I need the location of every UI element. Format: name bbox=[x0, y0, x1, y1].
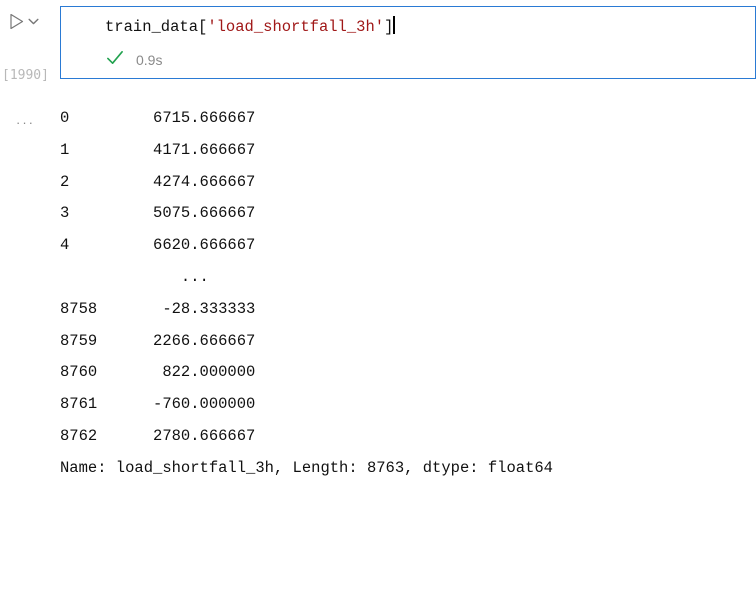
code-token-name: train_data bbox=[105, 18, 198, 36]
notebook-cell: [1990] ··· train_data['load_shortfall_3h… bbox=[0, 0, 756, 484]
cell-content: train_data['load_shortfall_3h'] 0.9s 0 6… bbox=[60, 0, 756, 484]
code-token-bracket: ] bbox=[384, 18, 393, 36]
cell-output: 0 6715.666667 1 4171.666667 2 4274.66666… bbox=[60, 79, 756, 484]
run-controls bbox=[0, 14, 60, 29]
text-cursor bbox=[393, 16, 394, 34]
code-input[interactable]: train_data['load_shortfall_3h'] 0.9s bbox=[60, 6, 756, 79]
chevron-down-icon[interactable] bbox=[27, 15, 40, 28]
more-actions-icon[interactable]: ··· bbox=[0, 115, 60, 130]
execution-time: 0.9s bbox=[136, 52, 162, 68]
checkmark-icon bbox=[105, 48, 124, 72]
cell-gutter: [1990] ··· bbox=[0, 0, 60, 130]
run-cell-icon[interactable] bbox=[9, 14, 24, 29]
code-token-bracket: [ bbox=[198, 18, 207, 36]
code-token-string: 'load_shortfall_3h' bbox=[207, 18, 384, 36]
code-line: train_data['load_shortfall_3h'] bbox=[105, 16, 741, 37]
execution-status: 0.9s bbox=[105, 37, 741, 72]
execution-count: [1990] bbox=[0, 68, 60, 83]
